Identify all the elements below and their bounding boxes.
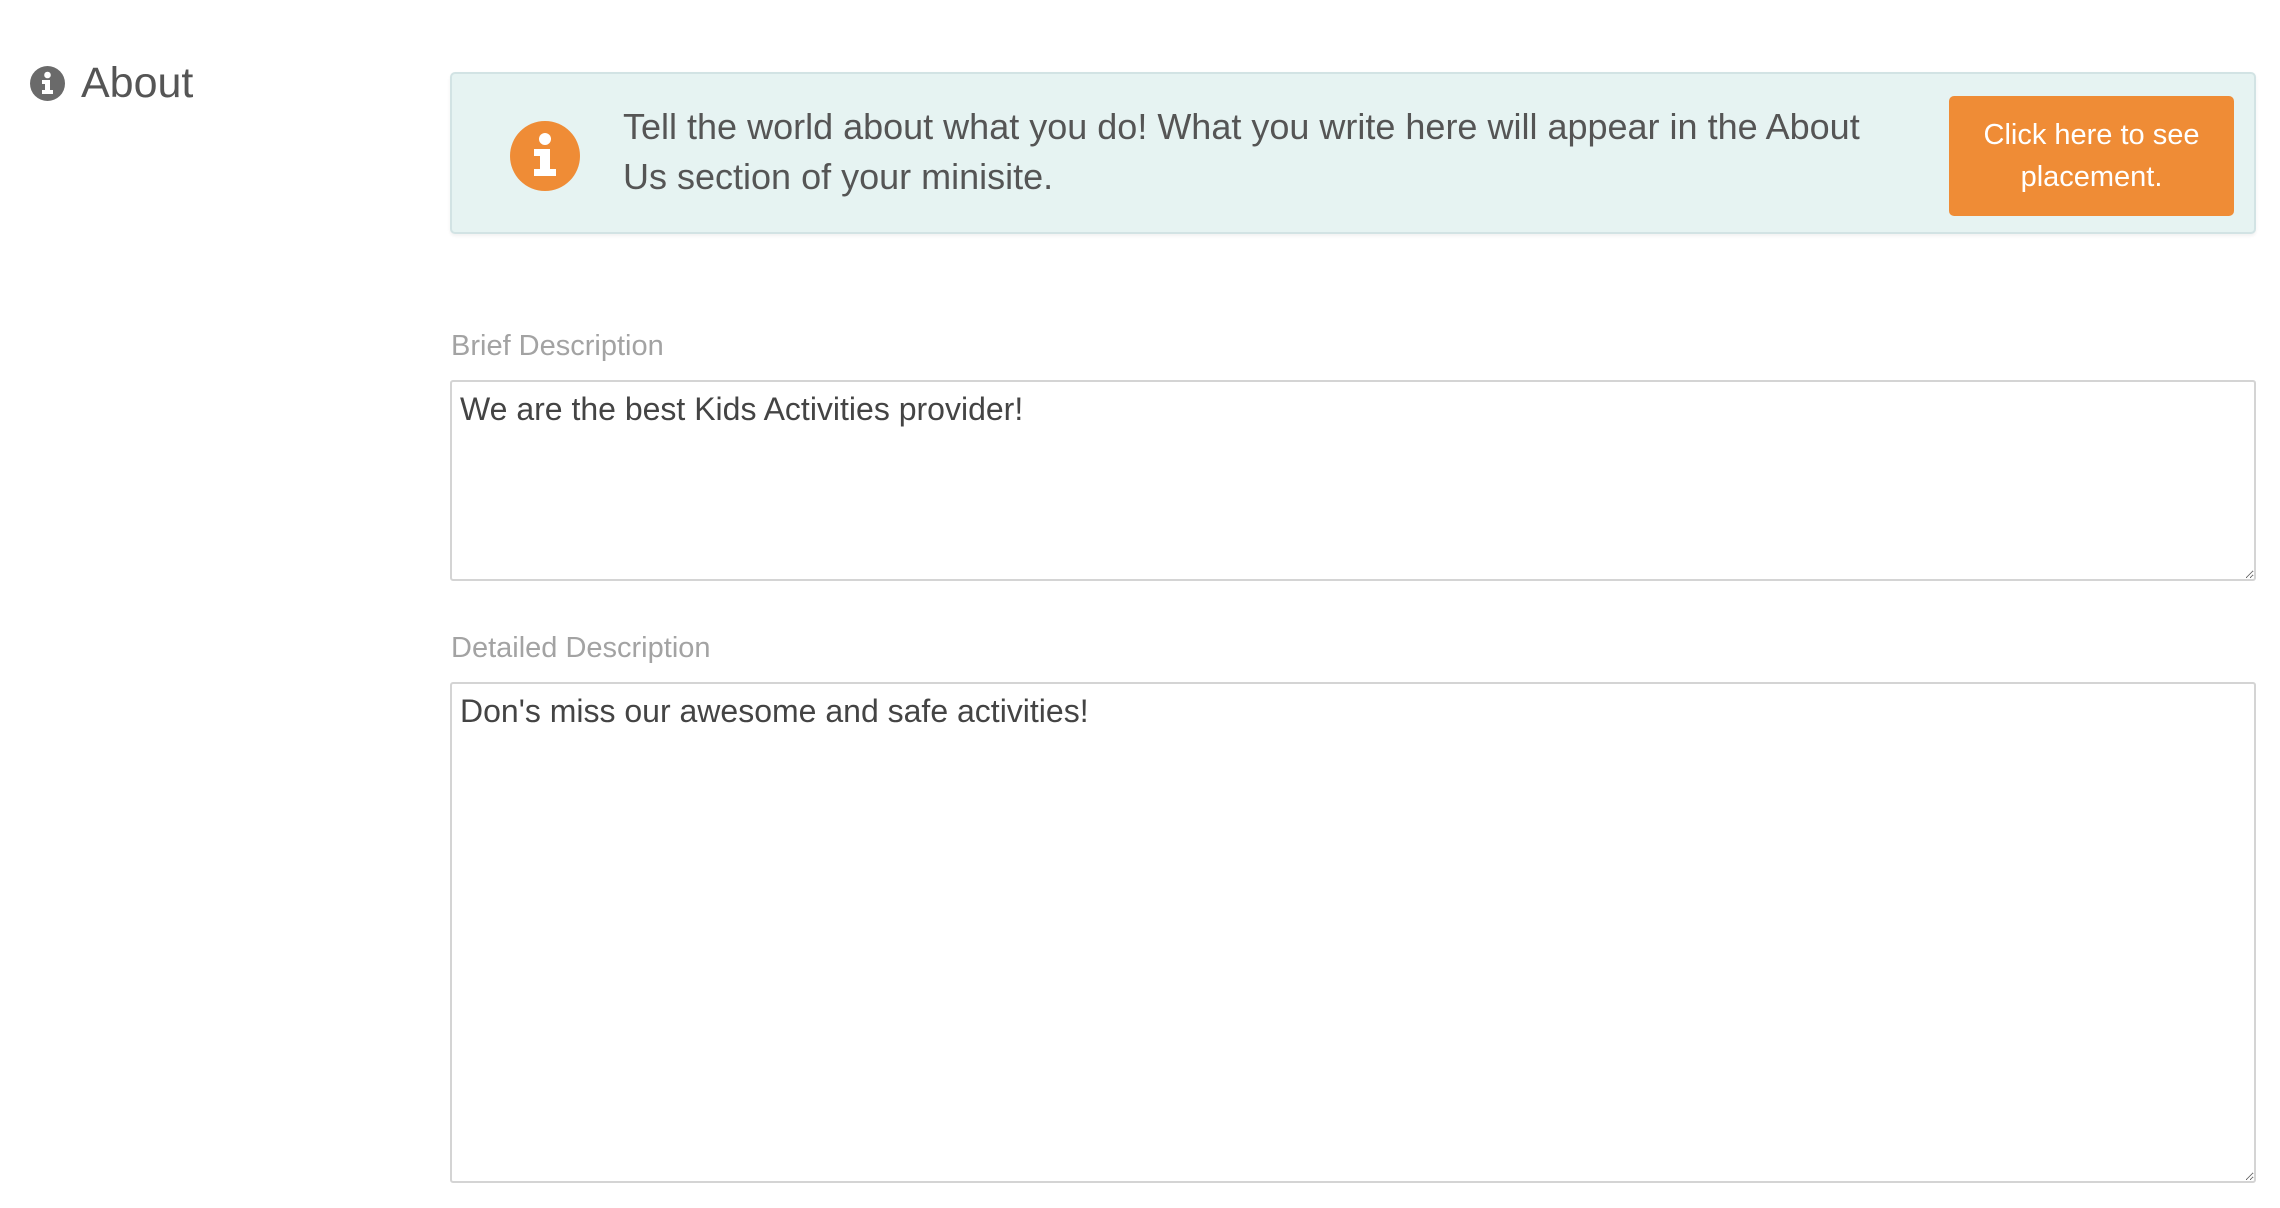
detailed-description-field[interactable]: Don's miss our awesome and safe activiti… [450,682,2256,1183]
info-callout: Tell the world about what you do! What y… [450,72,2256,234]
info-message: Tell the world about what you do! What y… [623,106,1860,197]
brief-description-label: Brief Description [451,330,664,362]
section-title: About [81,59,194,107]
info-circle-icon [30,66,65,101]
detailed-description-label: Detailed Description [451,632,711,664]
info-icon [510,121,580,191]
brief-description-field[interactable]: We are the best Kids Activities provider… [450,380,2256,581]
see-placement-button[interactable]: Click here to see placement. [1949,96,2234,216]
section-heading: About [30,62,193,105]
